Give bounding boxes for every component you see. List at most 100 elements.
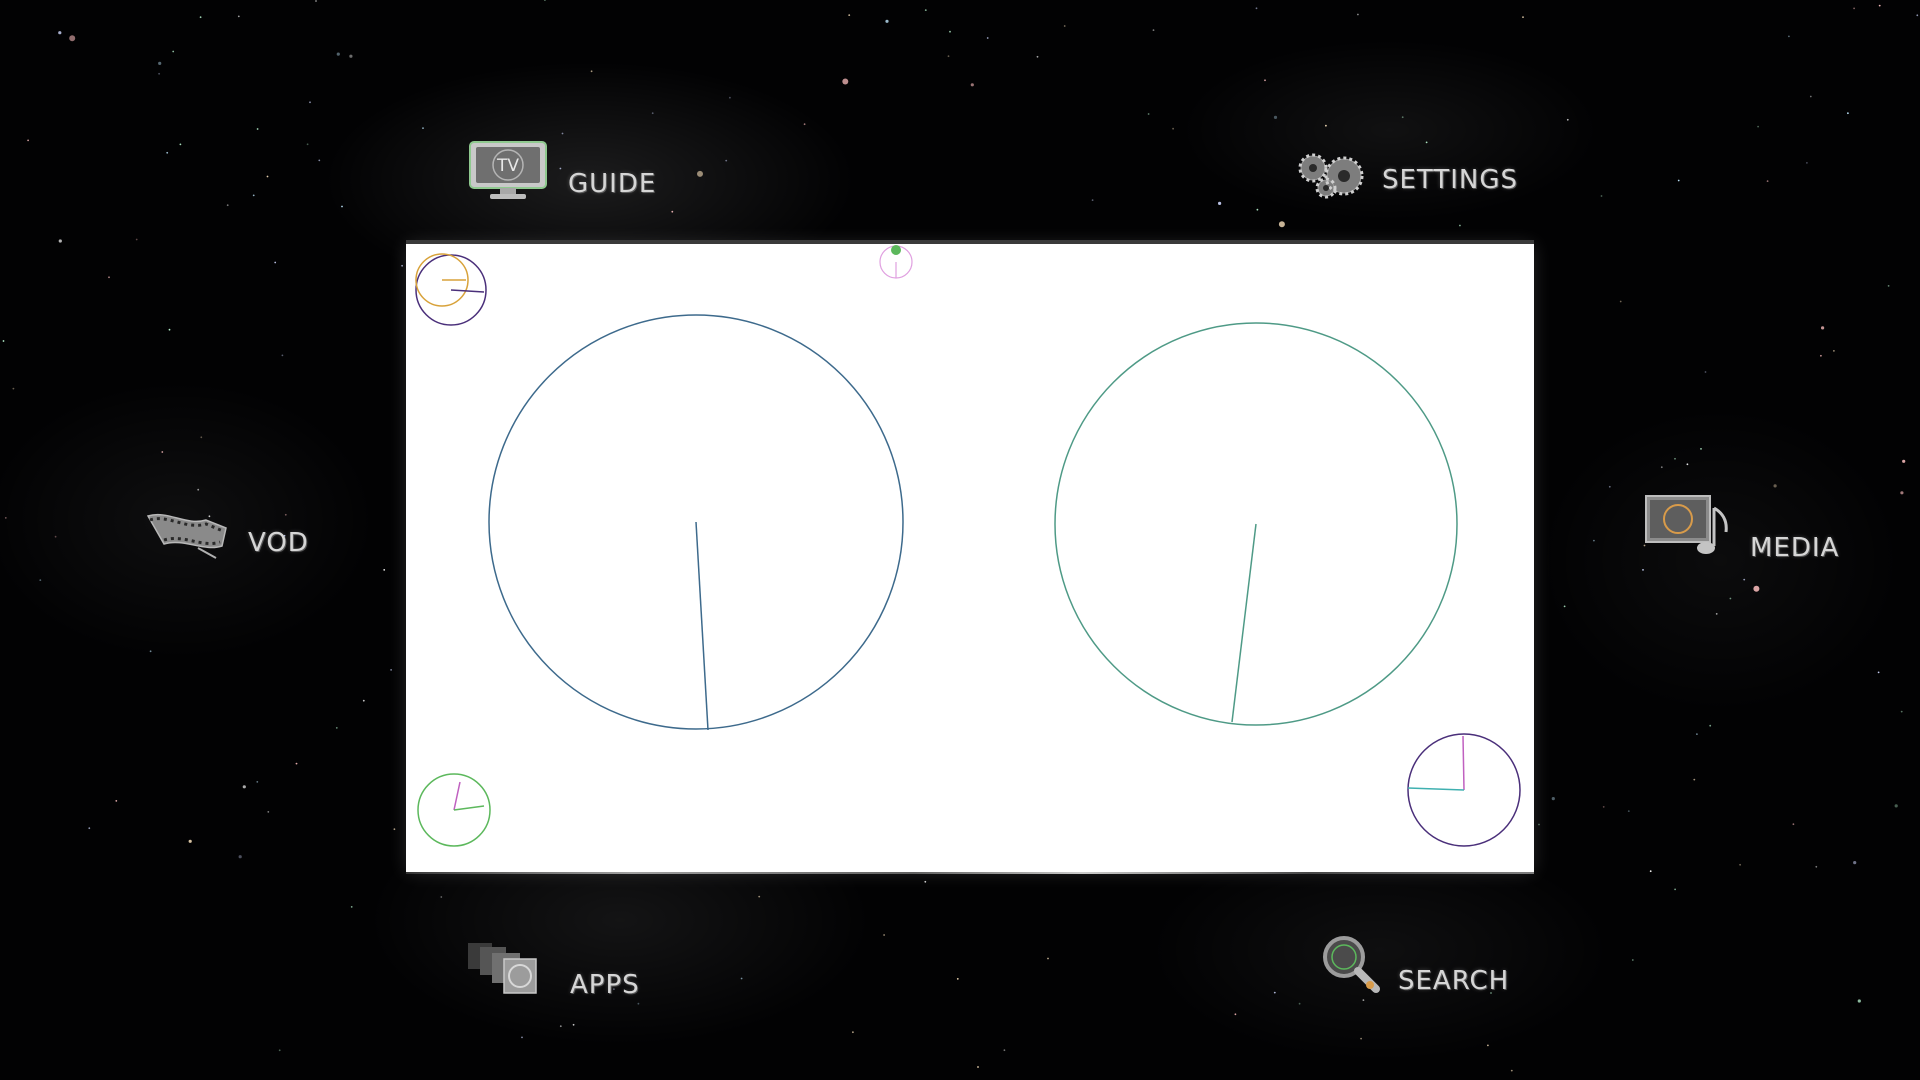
star — [590, 70, 593, 73]
star — [1660, 466, 1663, 469]
menu-item-settings[interactable]: SETTINGS — [1298, 150, 1518, 200]
star — [1847, 112, 1849, 115]
small-gauge-bottom-left — [417, 773, 491, 847]
tv-icon: TV — [469, 141, 547, 199]
star — [158, 61, 162, 65]
star — [1003, 1049, 1006, 1052]
star — [1916, 14, 1919, 17]
star — [58, 239, 62, 243]
menu-label-apps: APPS — [570, 970, 640, 1000]
star — [393, 828, 396, 831]
star — [335, 727, 338, 729]
star — [149, 650, 152, 653]
menu-item-media[interactable]: MEDIA — [1644, 492, 1839, 564]
star — [1806, 162, 1808, 164]
star — [2, 340, 5, 342]
star — [1619, 300, 1622, 303]
star — [1608, 485, 1611, 488]
star — [12, 387, 15, 390]
star — [1278, 221, 1285, 228]
star — [69, 35, 76, 42]
star — [725, 159, 728, 162]
star — [390, 669, 392, 671]
star — [422, 127, 424, 129]
star — [559, 1025, 562, 1028]
star — [883, 934, 885, 936]
star — [158, 72, 161, 75]
preview-panel[interactable] — [406, 244, 1534, 872]
star — [267, 811, 270, 813]
star — [848, 14, 851, 16]
star — [306, 143, 309, 146]
star — [1566, 118, 1569, 121]
star — [1766, 180, 1769, 183]
menu-item-guide[interactable]: TV GUIDE — [468, 138, 656, 202]
star — [1563, 605, 1566, 608]
menu-item-vod[interactable]: VOD — [146, 508, 309, 560]
star — [88, 827, 91, 830]
star — [1627, 810, 1630, 812]
star — [1693, 778, 1696, 781]
star — [1878, 4, 1881, 7]
magnifier-icon — [1323, 936, 1380, 993]
star — [521, 1036, 523, 1039]
star — [1853, 7, 1855, 10]
star — [1172, 127, 1174, 130]
star — [1036, 55, 1039, 58]
star — [803, 123, 806, 126]
star — [1857, 999, 1861, 1003]
star — [1357, 13, 1359, 16]
star — [637, 1002, 640, 1005]
star — [1401, 116, 1404, 119]
star — [318, 159, 321, 162]
star — [4, 517, 7, 519]
star — [651, 112, 654, 115]
star — [281, 354, 284, 357]
star — [977, 1066, 979, 1068]
star — [544, 0, 546, 1]
music-note-icon — [1645, 495, 1728, 554]
star — [341, 205, 343, 208]
star — [238, 855, 242, 859]
star — [1809, 95, 1812, 98]
star — [1600, 195, 1603, 197]
star — [1325, 124, 1327, 127]
star — [1674, 457, 1676, 460]
star — [1425, 141, 1428, 144]
star — [1700, 448, 1702, 450]
star — [199, 16, 202, 19]
menu-label-media: MEDIA — [1750, 533, 1840, 563]
star — [1833, 350, 1835, 352]
menu-item-search[interactable]: SEARCH — [1320, 932, 1509, 996]
star — [172, 50, 175, 53]
star — [1091, 199, 1094, 202]
star — [1000, 240, 1003, 243]
menu-item-apps[interactable]: APPS — [468, 936, 640, 1000]
star — [740, 977, 743, 980]
star — [266, 175, 269, 178]
stacked-cards-icon — [468, 943, 537, 994]
star — [1255, 7, 1258, 10]
star — [58, 31, 62, 35]
star — [242, 785, 246, 789]
star — [1709, 724, 1712, 727]
star — [561, 132, 564, 135]
star — [200, 436, 203, 439]
star — [350, 906, 353, 908]
star — [1631, 959, 1634, 961]
star — [1152, 29, 1155, 31]
menu-label-vod: VOD — [248, 528, 309, 558]
space-background: TV GUIDE SETTINGS VOD MEDIA APPS SEARCH — [0, 0, 1920, 1080]
star — [315, 0, 317, 2]
star — [197, 488, 200, 491]
star — [1853, 861, 1857, 865]
star — [179, 143, 182, 146]
star — [572, 1023, 575, 1026]
star — [1894, 804, 1898, 808]
star — [956, 978, 959, 980]
star — [115, 800, 118, 802]
star — [949, 30, 951, 33]
star — [1877, 671, 1880, 674]
star — [256, 781, 259, 783]
star — [1593, 539, 1595, 542]
